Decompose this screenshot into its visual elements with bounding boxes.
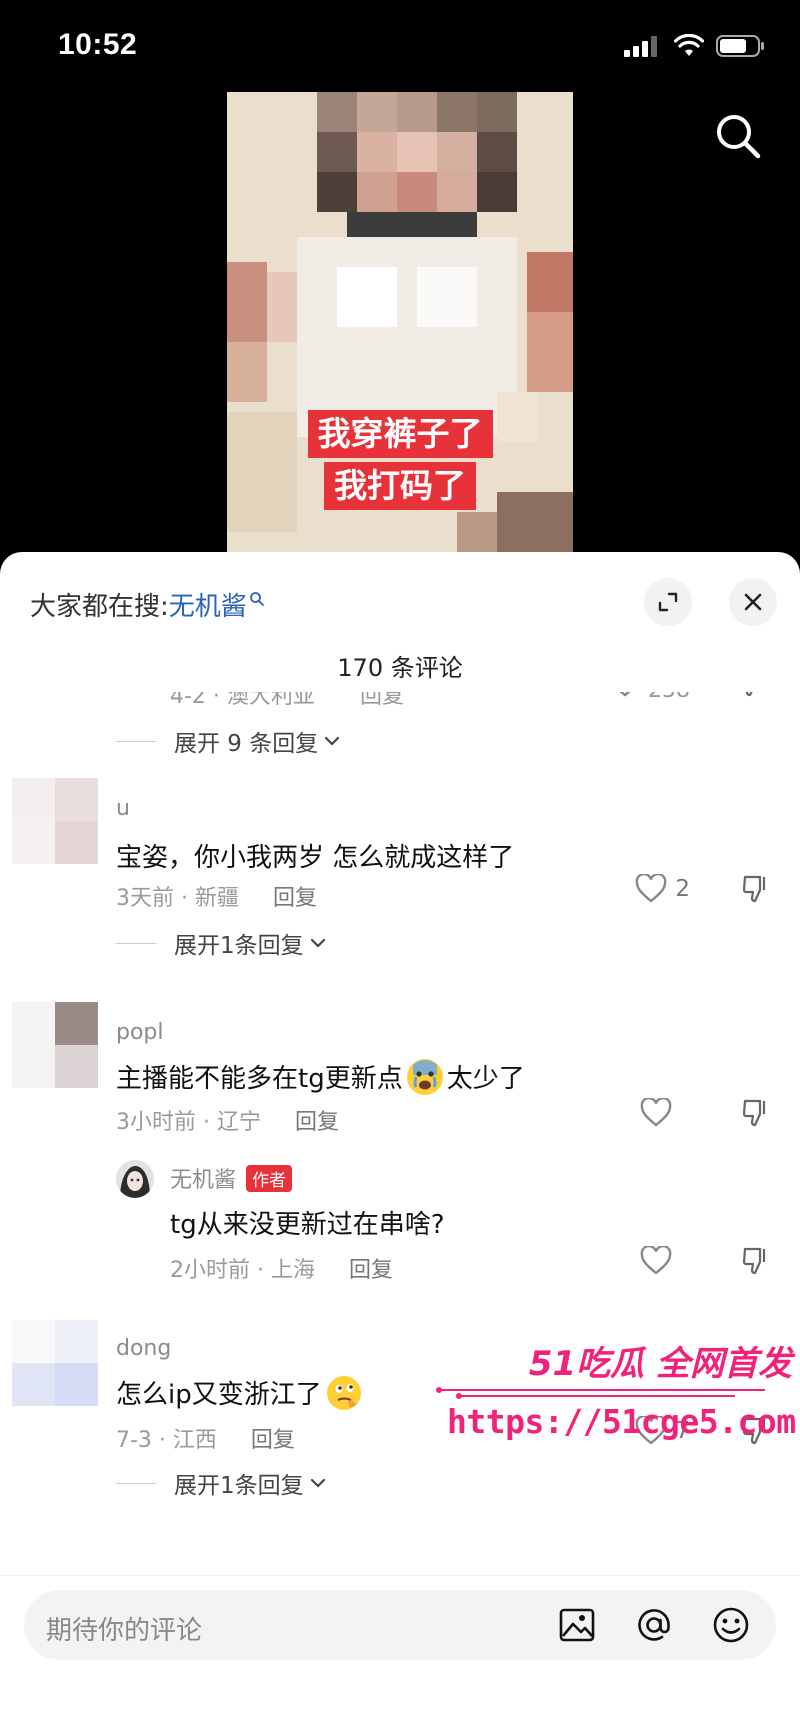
battery-icon bbox=[716, 35, 764, 57]
video-player[interactable]: 我穿裤子了 我打码了 bbox=[0, 90, 800, 562]
comment-count: 170 条评论 bbox=[337, 654, 463, 682]
partial-comment-likes: 258 bbox=[648, 692, 690, 703]
search-icon[interactable] bbox=[712, 110, 766, 164]
comment-time-location: 3天前 · 新疆 bbox=[116, 886, 239, 911]
signal-icon bbox=[624, 36, 657, 57]
trending-search-term[interactable]: 无机酱 bbox=[169, 586, 247, 623]
heart-icon bbox=[635, 874, 667, 903]
comment-text: 宝姿，你小我两岁 怎么就成这样了 bbox=[116, 843, 515, 873]
expand-icon bbox=[658, 592, 678, 612]
author-reply-text: tg从来没更新过在串啥? bbox=[170, 1210, 445, 1240]
expand-button[interactable] bbox=[644, 578, 692, 626]
dislike-icon[interactable] bbox=[742, 1098, 770, 1128]
like-count: 2 bbox=[675, 876, 690, 902]
emoji-icon[interactable] bbox=[708, 1602, 754, 1648]
like-button[interactable]: 2 bbox=[635, 874, 690, 904]
status-bar: 10:52 bbox=[0, 0, 800, 90]
heart-icon bbox=[619, 692, 631, 697]
comment-time-location: 3小时前 · 辽宁 bbox=[116, 1110, 261, 1135]
comment-input-placeholder: 期待你的评论 bbox=[46, 1616, 203, 1646]
comment-time-location: 2小时前 · 上海 bbox=[170, 1258, 315, 1283]
dislike-icon bbox=[745, 692, 753, 697]
author-avatar[interactable] bbox=[116, 1160, 154, 1198]
author-username[interactable]: 无机酱 bbox=[170, 1162, 236, 1194]
comment-meta: 7-3 · 江西 回复 bbox=[116, 1422, 295, 1454]
reply-button[interactable]: 回复 bbox=[349, 1252, 393, 1284]
expand-replies-first[interactable]: 展开 9 条回复 bbox=[116, 724, 340, 758]
trending-search-prefix: 大家都在搜: bbox=[30, 592, 169, 622]
partial-comment-meta: 4-2 · 澳大利亚 bbox=[170, 692, 315, 709]
close-button[interactable] bbox=[729, 578, 777, 626]
comment-username[interactable]: u bbox=[116, 796, 130, 821]
watermark-url: https://51cge5.com bbox=[447, 1402, 796, 1441]
reply-button[interactable]: 回复 bbox=[295, 1104, 339, 1136]
expand-replies-second[interactable]: 展开1条回复 bbox=[116, 926, 326, 960]
dislike-icon[interactable] bbox=[742, 874, 770, 904]
author-badge: 作者 bbox=[246, 1164, 293, 1192]
heart-icon bbox=[640, 1098, 672, 1127]
image-icon[interactable] bbox=[554, 1602, 600, 1648]
watermark-title: 51吃瓜 全网首发 bbox=[528, 1344, 792, 1384]
comment-text: 怎么ip又变浙江了 bbox=[116, 1374, 366, 1411]
video-caption-1: 我穿裤子了 bbox=[227, 410, 573, 458]
comment-username[interactable]: dong bbox=[116, 1336, 171, 1361]
status-time: 10:52 bbox=[58, 28, 138, 61]
comment-username[interactable]: popl bbox=[116, 1020, 164, 1045]
mention-icon[interactable] bbox=[631, 1602, 677, 1648]
like-button[interactable] bbox=[640, 1098, 680, 1128]
comment-meta: 3小时前 · 辽宁 回复 bbox=[116, 1104, 339, 1136]
avatar[interactable] bbox=[12, 778, 98, 864]
heart-icon bbox=[640, 1246, 672, 1275]
expand-replies-label: 展开 9 条回复 bbox=[174, 731, 319, 757]
video-frame-pixelated: 我穿裤子了 我打码了 bbox=[227, 92, 573, 562]
chevron-down-icon bbox=[310, 1478, 325, 1488]
video-caption-2: 我打码了 bbox=[227, 462, 573, 510]
watermark-overlay: 51吃瓜 全网首发 https://51cge5.com bbox=[435, 1336, 800, 1456]
chevron-down-icon bbox=[325, 736, 340, 746]
like-button[interactable] bbox=[640, 1246, 680, 1276]
partial-comment-row: 4-2 · 澳大利亚 回复 258 bbox=[0, 692, 800, 712]
expand-replies-label: 展开1条回复 bbox=[174, 1473, 304, 1499]
reply-button[interactable]: 回复 bbox=[273, 880, 317, 912]
status-icons bbox=[624, 34, 766, 58]
comment-input[interactable]: 期待你的评论 bbox=[24, 1590, 776, 1660]
partial-comment-reply: 回复 bbox=[360, 692, 405, 709]
chevron-down-icon bbox=[310, 938, 325, 948]
author-reply-header: 无机酱 作者 bbox=[170, 1162, 293, 1194]
expand-replies-third[interactable]: 展开1条回复 bbox=[116, 1466, 326, 1500]
avatar[interactable] bbox=[12, 1320, 98, 1406]
thinking-face-icon bbox=[326, 1375, 362, 1411]
reply-button[interactable]: 回复 bbox=[251, 1422, 295, 1454]
comments-sheet: 大家都在搜: 无机酱 170 条评论 4-2 · 澳大利亚 回复 展开 9 条回… bbox=[0, 552, 800, 1733]
comment-meta: 3天前 · 新疆 回复 bbox=[116, 880, 317, 912]
expand-replies-label: 展开1条回复 bbox=[174, 933, 304, 959]
trending-search-hint[interactable]: 大家都在搜: 无机酱 bbox=[30, 586, 265, 623]
watermark-lines bbox=[436, 1387, 765, 1399]
comment-input-bar: 期待你的评论 bbox=[0, 1575, 800, 1733]
avatar[interactable] bbox=[12, 1002, 98, 1088]
comment-meta: 2小时前 · 上海 回复 bbox=[170, 1252, 393, 1284]
comment-time-location: 7-3 · 江西 bbox=[116, 1428, 217, 1453]
comment-text: 主播能不能多在tg更新点 太少了 bbox=[116, 1058, 525, 1095]
wifi-icon bbox=[674, 34, 704, 56]
comments-header: 大家都在搜: 无机酱 170 条评论 bbox=[0, 552, 800, 702]
small-search-icon bbox=[249, 591, 264, 606]
dislike-icon[interactable] bbox=[742, 1246, 770, 1276]
close-icon bbox=[744, 593, 762, 611]
crying-face-icon bbox=[406, 1058, 443, 1095]
